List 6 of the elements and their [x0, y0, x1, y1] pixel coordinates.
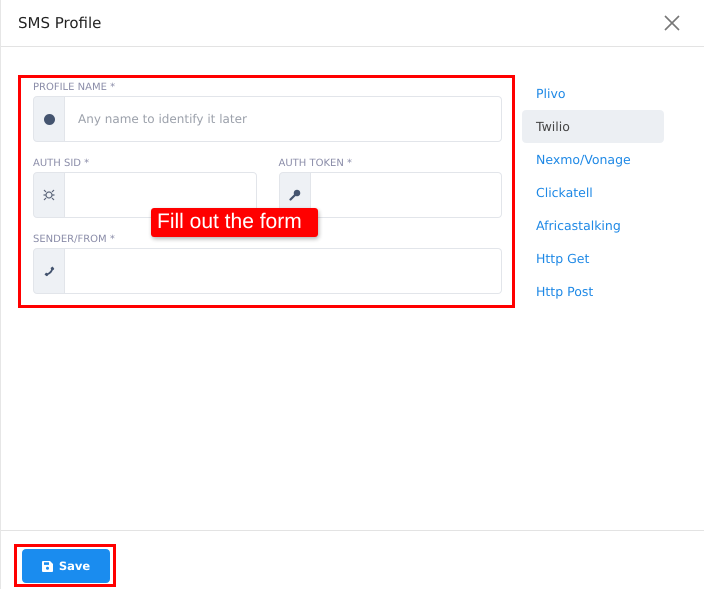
field-label: PROFILE NAME * [33, 82, 116, 95]
field-label: AUTH TOKEN * [278, 158, 353, 171]
annotation-tooltip: Fill out the form [151, 208, 318, 237]
field-label: SENDER/FROM * [33, 234, 116, 247]
dialog-title: SMS Profile [18, 14, 102, 32]
field-label: AUTH SID * [33, 158, 90, 171]
